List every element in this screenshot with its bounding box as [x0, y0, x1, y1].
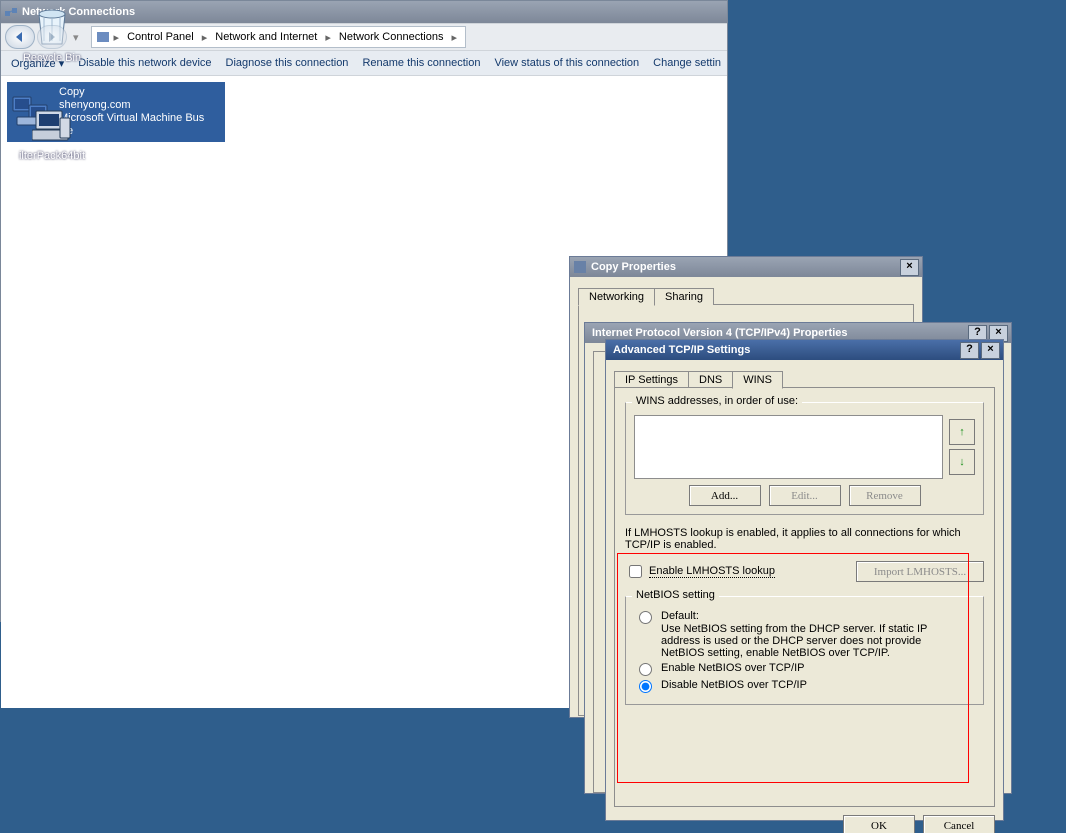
computer-icon	[32, 108, 72, 146]
forward-button	[37, 25, 67, 49]
cmd-diagnose[interactable]: Diagnose this connection	[226, 57, 349, 69]
tab-sharing[interactable]: Sharing	[654, 288, 714, 305]
crumb-3[interactable]: Network Connections	[335, 31, 448, 43]
advanced-title: Advanced TCP/IP Settings	[609, 344, 960, 356]
annotation-red-box	[617, 553, 969, 783]
copy-properties-titlebar[interactable]: Copy Properties ×	[570, 257, 922, 277]
desktop-icon-label: Recycle Bin	[15, 52, 89, 64]
nc-command-bar: Organize ▾ Disable this network device D…	[1, 51, 727, 76]
arrow-down-icon: ↓	[959, 456, 965, 468]
move-down-button[interactable]: ↓	[949, 449, 975, 475]
wins-address-list[interactable]	[634, 415, 943, 479]
copy-properties-title: Copy Properties	[587, 261, 900, 273]
move-up-button[interactable]: ↑	[949, 419, 975, 445]
crumb-1[interactable]: Control Panel	[123, 31, 198, 43]
edit-button: Edit...	[769, 485, 841, 506]
nc-titlebar[interactable]: Network Connections	[1, 1, 727, 23]
ok-button[interactable]: OK	[843, 815, 915, 833]
desktop-icon-filterpack[interactable]: ilterPack64bit	[15, 108, 89, 162]
close-button[interactable]: ×	[900, 259, 919, 276]
cmd-disable[interactable]: Disable this network device	[78, 57, 211, 69]
nc-title: Network Connections	[18, 6, 724, 18]
close-button[interactable]: ×	[981, 342, 1000, 359]
breadcrumb-sep: ▸	[110, 31, 124, 44]
remove-button: Remove	[849, 485, 921, 506]
desktop-icon-label: ilterPack64bit	[15, 150, 89, 162]
nc-nav-bar: ▾ ▸ Control Panel ▸ Network and Internet…	[1, 23, 727, 51]
advanced-tcpip-dialog: Advanced TCP/IP Settings ? × IP Settings…	[605, 339, 1004, 821]
cmd-change[interactable]: Change settin	[653, 57, 721, 69]
arrow-right-icon	[45, 30, 59, 44]
control-panel-icon	[96, 30, 110, 44]
breadcrumb[interactable]: ▸ Control Panel ▸ Network and Internet ▸…	[91, 26, 466, 48]
tab-ip-settings[interactable]: IP Settings	[614, 371, 689, 388]
arrow-up-icon: ↑	[959, 426, 965, 438]
advanced-titlebar[interactable]: Advanced TCP/IP Settings ? ×	[606, 340, 1003, 360]
wins-addresses-label: WINS addresses, in order of use:	[632, 395, 802, 407]
connection-name: Copy	[59, 86, 221, 99]
help-button[interactable]: ?	[960, 342, 979, 359]
crumb-2[interactable]: Network and Internet	[211, 31, 321, 43]
tab-networking[interactable]: Networking	[578, 288, 655, 306]
add-button[interactable]: Add...	[689, 485, 761, 506]
tab-wins[interactable]: WINS	[732, 371, 783, 389]
tab-dns[interactable]: DNS	[688, 371, 733, 388]
ipv4-title: Internet Protocol Version 4 (TCP/IPv4) P…	[588, 327, 968, 339]
lmhosts-hint: If LMHOSTS lookup is enabled, it applies…	[625, 527, 984, 551]
window-icon	[573, 260, 587, 274]
cmd-rename[interactable]: Rename this connection	[362, 57, 480, 69]
cmd-view-status[interactable]: View status of this connection	[494, 57, 639, 69]
cancel-button[interactable]: Cancel	[923, 815, 995, 833]
